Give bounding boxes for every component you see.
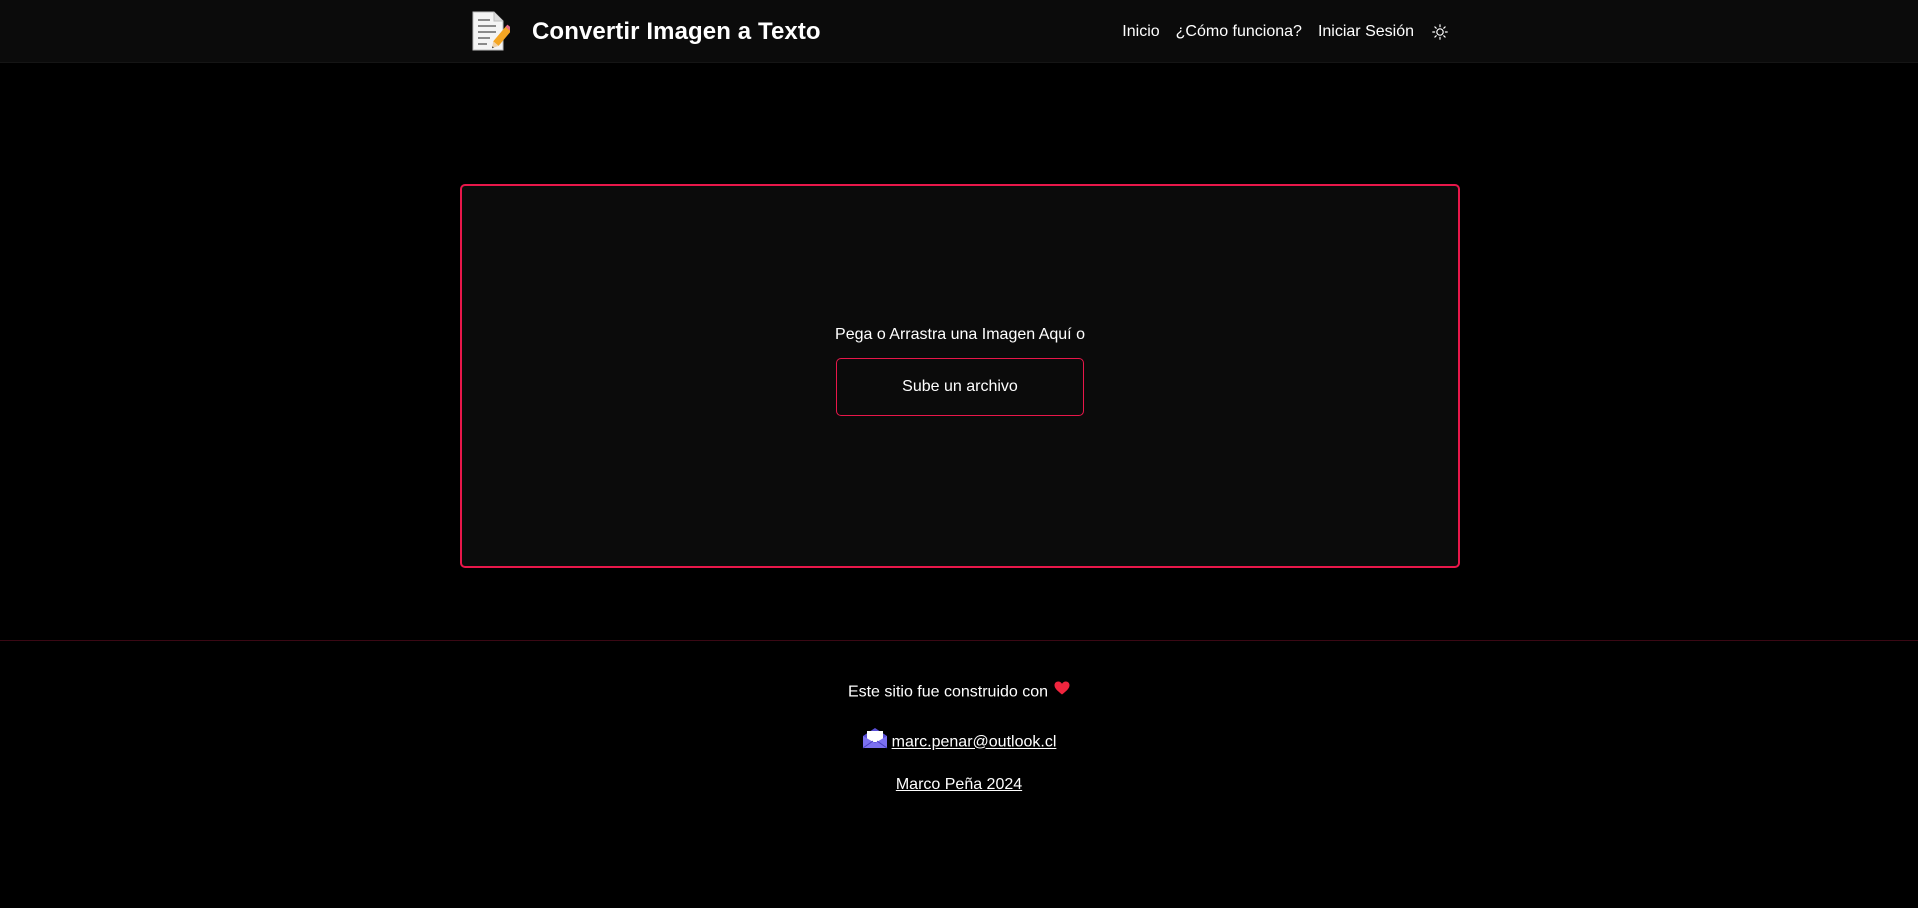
site-footer: Este sitio fue construido con marc.penar… (0, 641, 1918, 908)
upload-file-button[interactable]: Sube un archivo (836, 358, 1084, 416)
site-title: Convertir Imagen a Texto (532, 18, 821, 45)
brand[interactable]: Convertir Imagen a Texto (470, 10, 821, 54)
nav-link-inicio[interactable]: Inicio (1122, 23, 1159, 41)
image-dropzone[interactable]: Pega o Arrastra una Imagen Aquí o Sube u… (460, 184, 1460, 568)
document-pencil-icon (470, 11, 513, 53)
author-credit-link[interactable]: Marco Peña 2024 (896, 776, 1022, 793)
dropzone-prompt: Pega o Arrastra una Imagen Aquí o (835, 326, 1085, 343)
nav-link-como-funciona[interactable]: ¿Cómo funciona? (1176, 23, 1302, 41)
built-with-text: Este sitio fue construido con (847, 683, 1049, 701)
nav-link-iniciar-sesion[interactable]: Iniciar Sesión (1318, 23, 1414, 41)
main-nav: Inicio ¿Cómo funciona? Iniciar Sesión (1122, 0, 1450, 63)
contact-email-link[interactable]: marc.penar@outlook.cl (892, 734, 1057, 751)
heart-icon (1054, 681, 1070, 700)
sun-icon (1432, 23, 1448, 40)
contact-line: marc.penar@outlook.cl (0, 727, 1918, 756)
credit-line: Marco Peña 2024 (0, 776, 1918, 794)
theme-toggle-button[interactable] (1430, 22, 1450, 42)
built-with-line: Este sitio fue construido con (0, 681, 1918, 702)
site-header: Convertir Imagen a Texto Inicio ¿Cómo fu… (0, 0, 1918, 63)
dropzone-content: Pega o Arrastra una Imagen Aquí o Sube u… (462, 326, 1458, 416)
envelope-icon (862, 727, 888, 754)
